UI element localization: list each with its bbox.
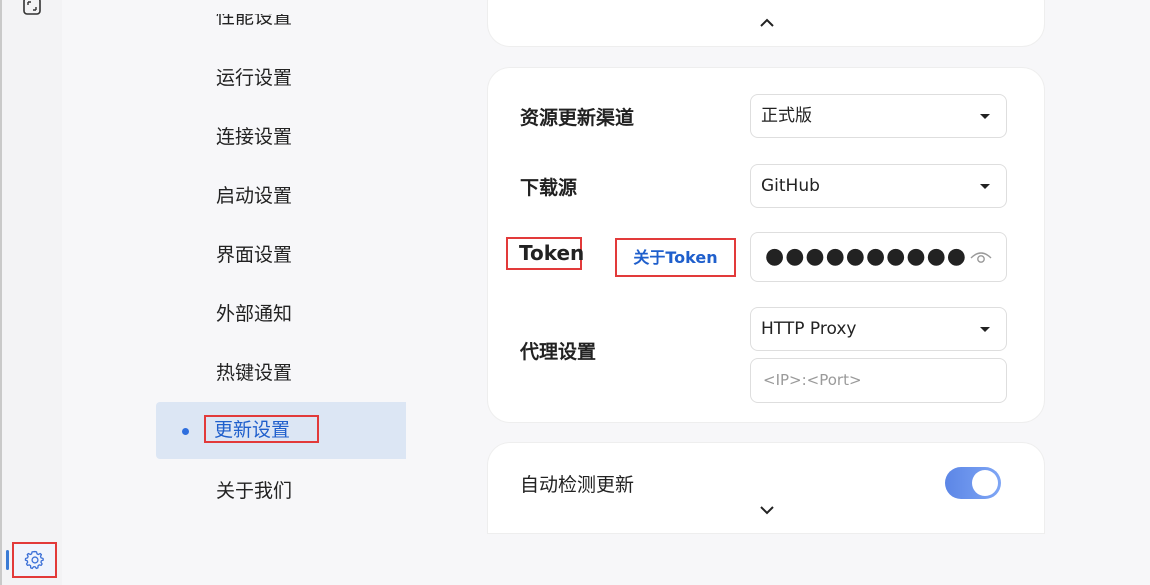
chevron-up-icon[interactable]	[759, 18, 775, 28]
download-source-select[interactable]: GitHub	[750, 164, 1007, 208]
download-source-value: GitHub	[761, 176, 820, 196]
chevron-down-icon[interactable]	[759, 505, 775, 515]
token-input[interactable]: ●●●●●●●●●●●●●●	[750, 232, 1007, 282]
caret-down-icon	[980, 114, 990, 119]
token-masked-value: ●●●●●●●●●●●●●●	[765, 244, 965, 269]
token-label: Token	[506, 237, 584, 270]
active-dot	[182, 428, 189, 435]
nav-item-hotkey[interactable]: 热键设置	[216, 358, 292, 388]
nav-item-connection[interactable]: 连接设置	[216, 122, 292, 152]
channel-value: 正式版	[761, 106, 812, 126]
proxy-type-value: HTTP Proxy	[761, 319, 857, 339]
caret-down-icon	[980, 184, 990, 189]
proxy-type-select[interactable]: HTTP Proxy	[750, 307, 1007, 351]
left-rail	[0, 0, 62, 585]
proxy-address-input[interactable]: <IP>:<Port>	[750, 358, 1007, 403]
nav-item-notification[interactable]: 外部通知	[216, 299, 292, 329]
about-token-link[interactable]: 关于Token	[615, 238, 736, 277]
nav-item-update-label[interactable]: 更新设置	[204, 415, 319, 443]
toggle-knob	[972, 470, 998, 496]
auto-check-toggle[interactable]	[945, 467, 1001, 499]
settings-nav: 性能设置 运行设置 连接设置 启动设置 界面设置 外部通知 热键设置 更新设置 …	[62, 0, 406, 585]
nav-item-startup[interactable]: 启动设置	[216, 181, 292, 211]
nav-item-about[interactable]: 关于我们	[216, 476, 292, 506]
proxy-label: 代理设置	[520, 341, 597, 363]
proxy-address-placeholder: <IP>:<Port>	[763, 371, 862, 389]
caret-down-icon	[980, 327, 990, 332]
channel-label: 资源更新渠道	[520, 107, 635, 129]
gear-icon	[24, 550, 44, 570]
nav-item-ui[interactable]: 界面设置	[216, 240, 292, 270]
nav-item-run[interactable]: 运行设置	[216, 63, 292, 93]
auto-check-label: 自动检测更新	[520, 474, 635, 496]
fullscreen-icon[interactable]	[20, 0, 44, 18]
app-window: 性能设置 运行设置 连接设置 启动设置 界面设置 外部通知 热键设置 更新设置 …	[0, 0, 1150, 585]
settings-button[interactable]	[12, 542, 57, 578]
eye-icon[interactable]	[970, 249, 992, 265]
nav-item-performance[interactable]: 性能设置	[216, 14, 292, 32]
rail-active-indicator	[6, 550, 9, 570]
channel-select[interactable]: 正式版	[750, 94, 1007, 138]
download-source-label: 下载源	[520, 177, 578, 199]
